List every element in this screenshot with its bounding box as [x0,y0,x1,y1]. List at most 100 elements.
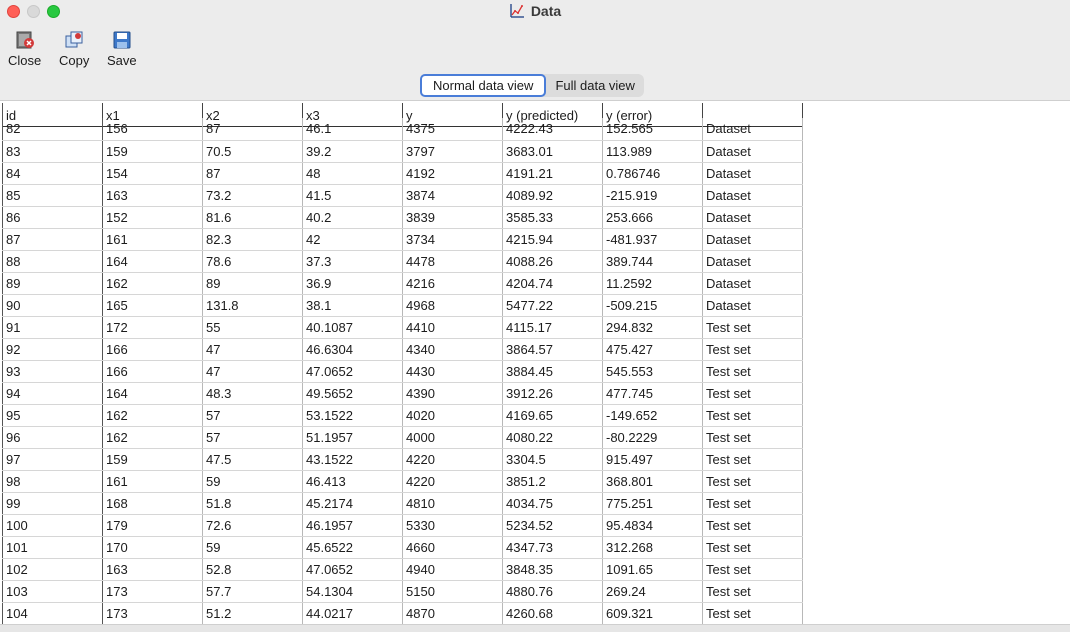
table-cell[interactable]: 47.0652 [302,558,403,581]
table-cell[interactable]: Test set [702,360,803,383]
table-cell[interactable]: Dataset [702,140,803,163]
table-cell[interactable]: 4204.74 [502,272,603,295]
table-cell[interactable]: 4222.43 [502,118,603,141]
table-row[interactable]: 88 164 78.6 37.3 4478 4088.26 389.744 Dataset [2,250,803,273]
table-row[interactable]: 96 162 57 51.1957 4000 4080.22 -80.2229 Test se… [2,426,803,449]
table-cell[interactable]: 269.24 [602,580,703,603]
table-cell[interactable]: 38.1 [302,294,403,317]
table-cell[interactable]: 40.2 [302,206,403,229]
table-row[interactable]: 90 165 131.8 38.1 4968 5477.22 -509.215 Dataset [2,294,803,317]
table-row[interactable]: 83 159 70.5 39.2 3797 3683.01 113.989 Dataset [2,140,803,163]
table-cell[interactable]: -80.2229 [602,426,703,449]
table-cell[interactable]: 52.8 [202,558,303,581]
table-cell[interactable]: 73.2 [202,184,303,207]
table-cell[interactable]: 0.786746 [602,162,703,185]
table-cell[interactable]: 4410 [402,316,503,339]
table-row[interactable]: 101 170 59 45.6522 4660 4347.73 312.268 Test se… [2,536,803,559]
table-cell[interactable]: 477.745 [602,382,703,405]
table-cell[interactable]: 91 [2,316,103,339]
table-cell[interactable]: 95.4834 [602,514,703,537]
table-row[interactable]: 98 161 59 46.413 4220 3851.2 368.801 Test set [2,470,803,493]
table-cell[interactable]: Test set [702,382,803,405]
table-cell[interactable]: 59 [202,536,303,559]
table-cell[interactable]: 96 [2,426,103,449]
table-cell[interactable]: 87 [202,162,303,185]
table-cell[interactable]: 47 [202,338,303,361]
table-cell[interactable]: 294.832 [602,316,703,339]
table-cell[interactable]: 4020 [402,404,503,427]
table-cell[interactable]: 156 [102,118,203,141]
table-cell[interactable]: Dataset [702,272,803,295]
table-cell[interactable]: Dataset [702,184,803,207]
table-cell[interactable]: Dataset [702,162,803,185]
table-cell[interactable]: 93 [2,360,103,383]
table-row[interactable]: 82 156 87 46.1 4375 4222.43 152.565 Dataset [2,118,803,141]
table-cell[interactable]: 1091.65 [602,558,703,581]
table-cell[interactable]: 166 [102,360,203,383]
table-cell[interactable]: 45.6522 [302,536,403,559]
table-cell[interactable]: 43.1522 [302,448,403,471]
table-cell[interactable]: 152.565 [602,118,703,141]
table-row[interactable]: 104 173 51.2 44.0217 4870 4260.68 609.321 Test … [2,602,803,625]
table-cell[interactable]: 57 [202,404,303,427]
table-cell[interactable]: 97 [2,448,103,471]
table-cell[interactable]: 3874 [402,184,503,207]
full-data-view-tab[interactable]: Full data view [546,74,643,97]
table-cell[interactable]: 4870 [402,602,503,625]
table-cell[interactable]: 3304.5 [502,448,603,471]
table-cell[interactable]: 101 [2,536,103,559]
table-cell[interactable]: 162 [102,426,203,449]
table-cell[interactable]: 55 [202,316,303,339]
table-cell[interactable]: Test set [702,580,803,603]
table-cell[interactable]: 4080.22 [502,426,603,449]
table-cell[interactable]: 172 [102,316,203,339]
table-cell[interactable]: 11.2592 [602,272,703,295]
table-cell[interactable]: 159 [102,448,203,471]
close-button[interactable]: Close [8,30,41,68]
table-cell[interactable]: 159 [102,140,203,163]
table-cell[interactable]: 89 [202,272,303,295]
table-cell[interactable]: 152 [102,206,203,229]
table-cell[interactable]: 312.268 [602,536,703,559]
table-row[interactable]: 93 166 47 47.0652 4430 3884.45 545.553 Test set [2,360,803,383]
table-row[interactable]: 86 152 81.6 40.2 3839 3585.33 253.666 Dataset [2,206,803,229]
table-cell[interactable]: Test set [702,558,803,581]
table-cell[interactable]: 168 [102,492,203,515]
table-cell[interactable]: 51.1957 [302,426,403,449]
table-cell[interactable]: 47.0652 [302,360,403,383]
table-row[interactable]: 92 166 47 46.6304 4340 3864.57 475.427 Test set [2,338,803,361]
table-cell[interactable]: 164 [102,382,203,405]
table-cell[interactable]: 81.6 [202,206,303,229]
table-cell[interactable]: -509.215 [602,294,703,317]
table-cell[interactable]: 47 [202,360,303,383]
table-cell[interactable]: 113.989 [602,140,703,163]
table-cell[interactable]: 41.5 [302,184,403,207]
table-cell[interactable]: Test set [702,404,803,427]
table-cell[interactable]: 57 [202,426,303,449]
table-cell[interactable]: 49.5652 [302,382,403,405]
table-cell[interactable]: 179 [102,514,203,537]
table-cell[interactable]: 82.3 [202,228,303,251]
table-cell[interactable]: 53.1522 [302,404,403,427]
table-row[interactable]: 100 179 72.6 46.1957 5330 5234.52 95.4834 Test … [2,514,803,537]
table-cell[interactable]: 85 [2,184,103,207]
table-cell[interactable]: 87 [2,228,103,251]
table-cell[interactable]: 92 [2,338,103,361]
table-cell[interactable]: 161 [102,470,203,493]
table-cell[interactable]: 173 [102,602,203,625]
table-row[interactable]: 95 162 57 53.1522 4020 4169.65 -149.652 Test se… [2,404,803,427]
table-cell[interactable]: 4088.26 [502,250,603,273]
table-cell[interactable]: 4034.75 [502,492,603,515]
save-button[interactable]: Save [107,30,137,68]
table-cell[interactable]: 102 [2,558,103,581]
table-cell[interactable]: Dataset [702,206,803,229]
table-cell[interactable]: Test set [702,338,803,361]
table-cell[interactable]: 3848.35 [502,558,603,581]
table-cell[interactable]: 368.801 [602,470,703,493]
table-cell[interactable]: 37.3 [302,250,403,273]
table-cell[interactable]: 90 [2,294,103,317]
table-row[interactable]: 103 173 57.7 54.1304 5150 4880.76 269.24 Test s… [2,580,803,603]
table-cell[interactable]: 83 [2,140,103,163]
table-cell[interactable]: 162 [102,404,203,427]
table-cell[interactable]: 3884.45 [502,360,603,383]
